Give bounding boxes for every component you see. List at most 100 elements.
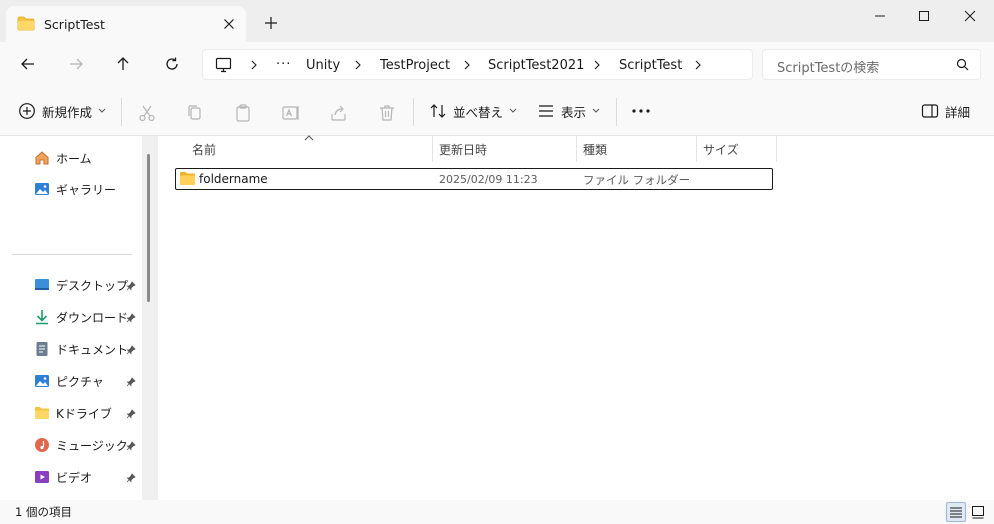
tab-close-icon[interactable] [220,15,238,33]
sidebar-item-label: ピクチャ [56,374,104,389]
tiles-view-icon[interactable] [968,502,988,522]
close-window-icon[interactable] [947,0,993,32]
rename-icon[interactable] [281,103,301,123]
sidebar-item-pictures[interactable]: ピクチャ [34,370,104,392]
breadcrumb-unity[interactable]: Unity [306,58,340,73]
breadcrumb-testproject[interactable]: TestProject [380,58,450,73]
table-row[interactable]: foldername 2025/02/09 11:23 ファイル フォルダー [175,168,773,190]
details-pane-button[interactable]: 詳細 [921,99,970,123]
sidebar-divider [12,254,132,255]
pin-icon[interactable] [126,281,136,291]
refresh-icon[interactable] [160,52,184,76]
column-divider[interactable] [576,136,577,162]
new-tab-icon[interactable] [262,14,280,32]
column-header-modified[interactable]: 更新日時 [439,136,487,162]
sidebar-item-label: ダウンロード [56,310,129,325]
new-button[interactable]: 新規作成 [18,99,106,123]
home-icon [34,150,50,166]
sidebar-item-label: Kドライブ [56,406,112,421]
address-bar[interactable]: ··· Unity TestProject ScriptTest2021 Scr… [202,49,753,80]
column-header-type[interactable]: 種類 [583,136,607,162]
breadcrumb-scripttest[interactable]: ScriptTest [619,58,682,73]
paste-icon[interactable] [233,103,253,123]
details-view-icon[interactable] [946,502,966,522]
search-icon[interactable] [956,58,969,71]
item-count: 1 個の項目 [15,505,72,519]
sidebar-item-downloads[interactable]: ダウンロード [34,306,128,328]
sidebar-item-videos[interactable]: ビデオ [34,466,92,488]
breadcrumb-overflow[interactable]: ··· [276,57,291,72]
music-icon [34,437,50,453]
sidebar-item-label: ドキュメント [56,342,129,357]
chevron-right-icon[interactable] [592,59,602,71]
sidebar-item-label: ギャラリー [56,182,117,197]
sort-button[interactable]: 並べ替え [429,99,517,123]
divider [121,98,122,126]
sidebar-item-k-drive[interactable]: Kドライブ [34,402,112,424]
column-divider[interactable] [696,136,697,162]
chevron-right-icon[interactable] [693,59,703,71]
chevron-down-icon [98,108,106,114]
column-header-size[interactable]: サイズ [703,136,739,162]
chevron-right-icon[interactable] [462,59,472,71]
pin-icon[interactable] [126,473,136,483]
sidebar-item-label: デスクトップ [56,278,129,293]
more-options-button[interactable] [631,99,651,123]
pin-icon[interactable] [126,441,136,451]
sidebar-item-gallery[interactable]: ギャラリー [34,178,116,200]
sort-label: 並べ替え [453,104,504,120]
file-modified: 2025/02/09 11:23 [439,173,538,186]
maximize-icon[interactable] [901,0,947,32]
new-label: 新規作成 [42,104,93,120]
sidebar-item-music[interactable]: ミュージック [34,434,128,456]
column-header-name[interactable]: 名前 [192,136,216,162]
copy-icon[interactable] [185,103,205,123]
sidebar-item-home[interactable]: ホーム [34,147,92,169]
video-icon [34,469,50,485]
sidebar-scroll-thumb[interactable] [147,154,150,302]
column-divider[interactable] [432,136,433,162]
documents-icon [34,341,50,357]
folder-icon [17,16,35,31]
search-box[interactable]: ScriptTestの検索 [762,49,981,80]
delete-icon[interactable] [377,103,397,123]
share-icon[interactable] [329,103,349,123]
sidebar-item-desktop[interactable]: デスクトップ [34,274,128,296]
sidebar-scrollbar[interactable] [142,136,158,500]
pin-icon[interactable] [126,345,136,355]
divider [413,98,414,126]
divider [616,98,617,126]
search-placeholder[interactable]: ScriptTestの検索 [777,57,879,76]
folder-icon [34,406,50,420]
sidebar-item-label: ビデオ [56,470,93,485]
pin-icon[interactable] [126,377,136,387]
chevron-right-icon[interactable] [353,59,363,71]
up-arrow-icon[interactable] [111,52,135,76]
cut-icon[interactable] [137,103,157,123]
breadcrumb-scripttest2021[interactable]: ScriptTest2021 [488,58,584,73]
sort-ascending-icon [304,135,314,141]
back-arrow-icon[interactable] [16,52,40,76]
command-bar: 新規作成 並べ替え 表示 詳細 [0,86,994,136]
pin-icon[interactable] [126,409,136,419]
desktop-icon [34,278,50,292]
minimize-icon[interactable] [857,0,903,32]
sort-icon [429,102,447,120]
column-divider[interactable] [776,136,777,162]
tab-title: ScriptTest [44,17,105,32]
file-list: 名前 更新日時 種類 サイズ foldername 2025/02/09 11:… [158,135,994,500]
tab-scripttest[interactable]: ScriptTest [6,6,246,43]
details-label: 詳細 [945,104,971,120]
chevron-right-icon[interactable] [249,59,259,71]
pictures-icon [34,373,50,389]
gallery-icon [34,181,50,197]
title-bar: ScriptTest [0,0,994,43]
view-button[interactable]: 表示 [537,99,600,123]
computer-icon[interactable] [215,57,232,73]
chevron-down-icon [592,108,600,114]
sidebar-item-documents[interactable]: ドキュメント [34,338,128,360]
details-pane-icon [921,103,939,119]
file-name[interactable]: foldername [199,172,268,186]
pin-icon[interactable] [126,313,136,323]
forward-arrow-icon[interactable] [64,52,88,76]
